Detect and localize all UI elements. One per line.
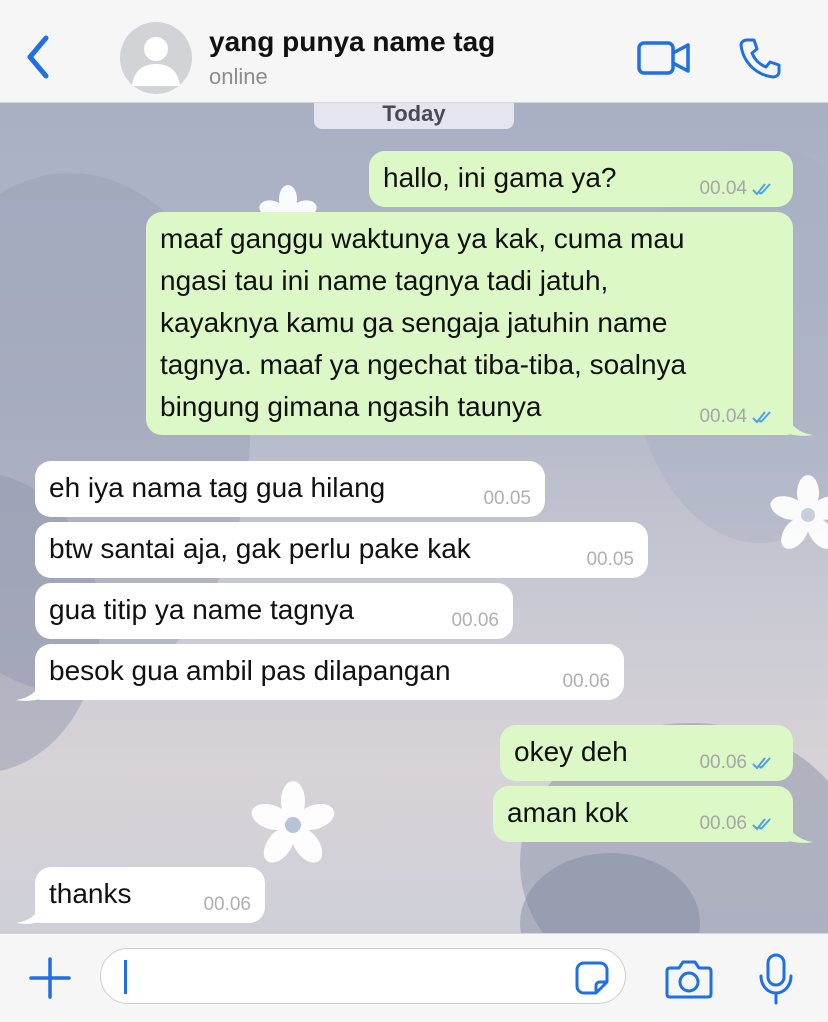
message-time: 00.06 <box>699 752 747 773</box>
bubble-tail <box>16 676 44 701</box>
camera-icon <box>665 960 713 999</box>
message-text: gua titip ya name tagnya <box>49 594 355 625</box>
message-bubble-outgoing[interactable]: aman kok 00.06 <box>493 786 793 842</box>
read-ticks-icon <box>752 818 771 831</box>
message-text: okey deh <box>514 736 628 767</box>
camera-button[interactable] <box>664 958 714 1000</box>
sticker-button[interactable] <box>574 960 610 996</box>
microphone-button[interactable] <box>756 952 796 1006</box>
date-chip: Today <box>314 103 514 129</box>
message-time: 00.06 <box>203 894 251 915</box>
video-call-button[interactable] <box>636 38 692 78</box>
read-ticks-icon <box>752 411 771 424</box>
message-text: thanks <box>49 878 132 909</box>
message-meta: 00.06 <box>451 611 499 631</box>
message-meta: 00.06 <box>699 814 779 834</box>
person-icon <box>132 37 180 86</box>
message-bubble-incoming[interactable]: besok gua ambil pas dilapangan 00.06 <box>35 644 624 700</box>
bubble-tail <box>16 899 44 924</box>
message-meta: 00.06 <box>562 672 610 692</box>
message-time: 00.05 <box>586 549 634 570</box>
message-bubble-outgoing[interactable]: okey deh 00.06 <box>500 725 793 781</box>
message-meta: 00.06 <box>699 753 779 773</box>
chevron-left-icon <box>27 35 49 79</box>
message-meta: 00.06 <box>203 895 251 915</box>
plus-icon <box>29 957 71 999</box>
chat-area[interactable]: Today hallo, ini gama ya? 00.04 maaf gan… <box>0 103 828 933</box>
message-time: 00.06 <box>451 610 499 631</box>
message-bubble-incoming[interactable]: thanks 00.06 <box>35 867 265 923</box>
back-button[interactable] <box>20 32 60 82</box>
read-ticks-icon <box>752 183 771 196</box>
message-input[interactable] <box>100 948 626 1004</box>
message-meta: 00.04 <box>699 407 779 427</box>
message-text: hallo, ini gama ya? <box>383 162 617 193</box>
message-bubble-outgoing[interactable]: hallo, ini gama ya? 00.04 <box>369 151 793 207</box>
message-time: 00.04 <box>699 178 747 199</box>
microphone-icon <box>759 953 793 1005</box>
text-cursor <box>124 960 127 994</box>
message-meta: 00.05 <box>483 489 531 509</box>
attach-button[interactable] <box>28 956 72 1000</box>
message-meta: 00.05 <box>586 550 634 570</box>
contact-name[interactable]: yang punya name tag <box>209 26 495 58</box>
message-composer <box>0 933 828 1022</box>
message-bubble-incoming[interactable]: eh iya nama tag gua hilang 00.05 <box>35 461 545 517</box>
avatar[interactable] <box>120 22 192 94</box>
message-time: 00.04 <box>699 406 747 427</box>
message-text: aman kok <box>507 797 629 828</box>
message-bubble-incoming[interactable]: btw santai aja, gak perlu pake kak 00.05 <box>35 522 648 578</box>
read-ticks-icon <box>752 757 771 770</box>
message-text: maaf ganggu waktunya ya kak, cuma mau ng… <box>160 223 687 422</box>
message-text: eh iya nama tag gua hilang <box>49 472 386 503</box>
chat-header: yang punya name tag online <box>0 0 828 103</box>
phone-icon <box>739 38 781 79</box>
message-text: btw santai aja, gak perlu pake kak <box>49 533 471 564</box>
video-camera-icon <box>637 41 690 75</box>
bubble-tail <box>785 411 813 436</box>
message-time: 00.06 <box>699 813 747 834</box>
contact-status: online <box>209 64 268 89</box>
message-text: besok gua ambil pas dilapangan <box>49 655 451 686</box>
message-bubble-incoming[interactable]: gua titip ya name tagnya 00.06 <box>35 583 513 639</box>
sticker-icon <box>575 961 609 995</box>
voice-call-button[interactable] <box>738 36 782 80</box>
bubble-tail <box>785 818 813 843</box>
message-time: 00.05 <box>483 488 531 509</box>
message-meta: 00.04 <box>699 179 779 199</box>
message-time: 00.06 <box>562 671 610 692</box>
message-bubble-outgoing[interactable]: maaf ganggu waktunya ya kak, cuma mau ng… <box>146 212 793 435</box>
